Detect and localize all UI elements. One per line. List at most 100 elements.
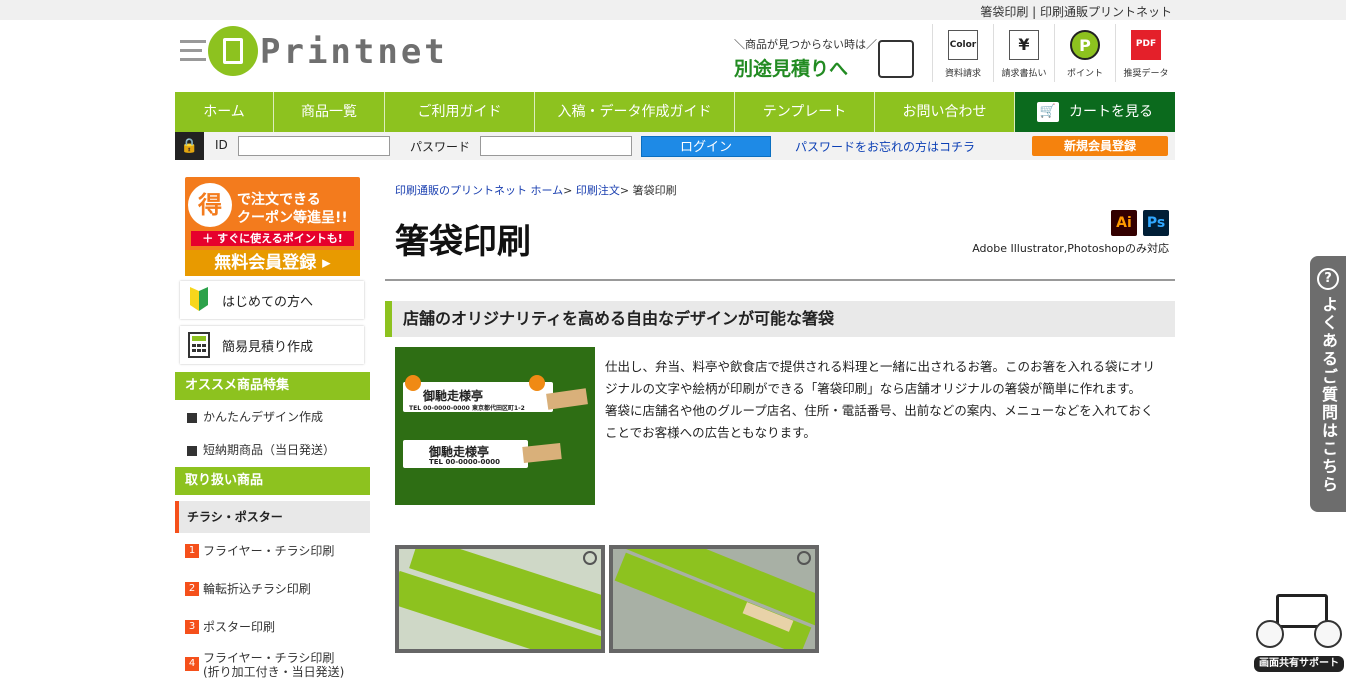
- forgot-password-link[interactable]: パスワードをお忘れの方はコチラ: [795, 138, 975, 155]
- header-link-label: 推奨データ: [1123, 69, 1169, 79]
- estimate-banner[interactable]: ＼商品が見つからない時は／ 別途見積りへ: [734, 36, 914, 80]
- nav-home[interactable]: ホーム: [175, 92, 274, 132]
- header-link-label: 請求書払い: [1001, 69, 1047, 79]
- adobe-support-text: Adobe Illustrator,Photoshopのみ対応: [972, 242, 1169, 255]
- zoom-icon[interactable]: [583, 551, 597, 565]
- logo-speed-lines: [180, 40, 206, 67]
- customer-avatar: [1314, 620, 1342, 648]
- item-label: 輪転折込チラシ印刷: [203, 582, 311, 596]
- password-label: パスワード: [410, 140, 471, 154]
- item-label-block: フライヤー・チラシ印刷 (折り加工付き・当日発送): [203, 651, 344, 679]
- item-number: 3: [185, 620, 199, 634]
- header-icon-nav: Color 資料請求 ¥ 請求書払い P ポイント PDF 推奨データ: [932, 24, 1176, 82]
- featured-heading: オススメ商品特集: [175, 372, 370, 400]
- category-item[interactable]: 2 輪転折込チラシ印刷: [185, 582, 311, 596]
- screen-share-label: 画面共有サポート: [1254, 656, 1344, 672]
- description-paragraph: 仕出し、弁当、料亭や飲食店で提供される料理と一緒に出されるお箸。このお箸を入れる…: [605, 359, 1156, 396]
- header-link-label: ポイント: [1066, 69, 1103, 79]
- faq-tab[interactable]: ? よくあるご質問はこちら: [1310, 256, 1346, 512]
- cart-button[interactable]: 🛒 カートを見る: [1015, 92, 1175, 132]
- products-heading: 取り扱い商品: [175, 467, 370, 495]
- header-link-invoice[interactable]: ¥ 請求書払い: [993, 24, 1054, 82]
- operator-avatar: [1256, 620, 1284, 648]
- product-image: 御馳走様亭 TEL 00-0000-0000 東京都代田区町1-2 御馳走様亭 …: [395, 347, 595, 505]
- banner-line4: 無料会員登録 ▸: [185, 250, 360, 276]
- featured-link-label: 短納期商品（当日発送）: [203, 443, 336, 457]
- toku-badge: 得: [188, 183, 232, 227]
- zoom-icon[interactable]: [797, 551, 811, 565]
- section-heading: 店舗のオリジナリティを高める自由なデザインが可能な箸袋: [385, 301, 1175, 337]
- nav-templates[interactable]: テンプレート: [735, 92, 875, 132]
- id-input[interactable]: [238, 136, 390, 156]
- shop-info-1: TEL 00-0000-0000 東京都代田区町1-2: [409, 403, 525, 412]
- calculator-icon: [878, 40, 914, 78]
- id-label: ID: [215, 138, 228, 152]
- invoice-icon: ¥: [1009, 30, 1039, 60]
- nav-guide[interactable]: ご利用ガイド: [385, 92, 535, 132]
- breadcrumb-sep: >: [563, 184, 573, 197]
- sidebar-box-label: 簡易見積り作成: [222, 339, 314, 355]
- description-paragraph: 箸袋に店舗名や他のグループ店名、住所・電話番号、出前などの案内、メニューなどを入…: [605, 403, 1154, 440]
- site-logo[interactable]: Printnet: [180, 26, 445, 78]
- photoshop-icon: Ps: [1143, 210, 1169, 236]
- item-label: フライヤー・チラシ印刷: [203, 544, 335, 558]
- breadcrumb-home[interactable]: 印刷通販のプリントネット ホーム: [395, 184, 563, 197]
- login-button[interactable]: ログイン: [641, 136, 771, 157]
- logo-mark-icon: [208, 26, 258, 76]
- breadcrumb-sep: >: [619, 184, 630, 197]
- category-item[interactable]: 1 フライヤー・チラシ印刷: [185, 544, 334, 558]
- gallery-thumb-2[interactable]: [609, 545, 819, 653]
- point-icon: P: [1070, 30, 1100, 60]
- bullet-icon: [187, 412, 197, 423]
- header-link-catalog[interactable]: Color 資料請求: [932, 24, 993, 82]
- member-banner[interactable]: 得 で注文できる クーポン等進呈!! ＋ すぐに使えるポイントも! 無料会員登録…: [185, 177, 360, 276]
- screen-share-support[interactable]: 画面共有サポート: [1252, 590, 1346, 681]
- lock-icon: 🔒: [175, 132, 204, 160]
- logo-text: Printnet: [260, 32, 448, 72]
- shop-tel-1: TEL 00-0000-0000: [409, 405, 470, 412]
- catalog-icon: Color: [948, 30, 978, 60]
- password-input[interactable]: [480, 136, 632, 156]
- cart-label: カートを見る: [1069, 104, 1153, 120]
- orange-dot: [405, 375, 421, 391]
- adobe-support: Ai Ps Adobe Illustrator,Photoshopのみ対応: [939, 210, 1169, 255]
- item-label: フライヤー・チラシ印刷: [203, 651, 335, 665]
- orange-dot: [529, 375, 545, 391]
- question-icon: ?: [1317, 268, 1339, 290]
- breadcrumb: 印刷通販のプリントネット ホーム> 印刷注文> 箸袋印刷: [395, 182, 677, 198]
- sidebar-estimate[interactable]: 簡易見積り作成: [180, 326, 364, 364]
- featured-link-design[interactable]: かんたんデザイン作成: [187, 408, 323, 425]
- top-bar: 箸袋印刷 | 印刷通販プリントネット: [0, 0, 1346, 20]
- bullet-icon: [187, 445, 197, 456]
- register-button[interactable]: 新規会員登録: [1032, 136, 1168, 156]
- item-label-sub: (折り加工付き・当日発送): [203, 665, 345, 679]
- cart-icon: 🛒: [1037, 102, 1059, 122]
- banner-line2: クーポン等進呈!!: [237, 210, 348, 226]
- header-link-point[interactable]: P ポイント: [1054, 24, 1115, 82]
- divider: [385, 279, 1175, 281]
- breadcrumb-parent[interactable]: 印刷注文: [576, 184, 620, 197]
- sidebar-box-label: はじめての方へ: [222, 294, 314, 310]
- nav-products[interactable]: 商品一覧: [274, 92, 385, 132]
- category-flyer-poster[interactable]: チラシ・ポスター: [175, 501, 370, 533]
- nav-contact[interactable]: お問い合わせ: [875, 92, 1015, 132]
- shop-name-1: 御馳走様亭: [423, 389, 484, 403]
- header-link-pdf[interactable]: PDF 推奨データ: [1115, 24, 1176, 82]
- calculator-icon: [188, 332, 210, 358]
- product-description: 仕出し、弁当、料亭や飲食店で提供される料理と一緒に出されるお箸。このお箸を入れる…: [605, 356, 1160, 444]
- item-number: 2: [185, 582, 199, 596]
- category-item[interactable]: 4 フライヤー・チラシ印刷 (折り加工付き・当日発送): [185, 651, 344, 679]
- top-bar-text: 箸袋印刷 | 印刷通販プリントネット: [980, 5, 1172, 19]
- shop-tel-2: TEL 00-0000-0000: [429, 458, 500, 466]
- gallery-thumb-1[interactable]: [395, 545, 605, 653]
- featured-link-express[interactable]: 短納期商品（当日発送）: [187, 441, 335, 458]
- item-number: 1: [185, 544, 199, 558]
- sidebar-beginners[interactable]: はじめての方へ: [180, 281, 364, 319]
- thumb-photo: [613, 549, 815, 649]
- shop-address-1: 東京都代田区町1-2: [471, 405, 525, 412]
- nav-data-guide[interactable]: 入稿・データ作成ガイド: [535, 92, 735, 132]
- page-title: 箸袋印刷: [395, 222, 531, 262]
- category-item[interactable]: 3 ポスター印刷: [185, 620, 275, 634]
- banner-line1: で注文できる: [237, 192, 321, 208]
- pdf-icon: PDF: [1131, 30, 1161, 60]
